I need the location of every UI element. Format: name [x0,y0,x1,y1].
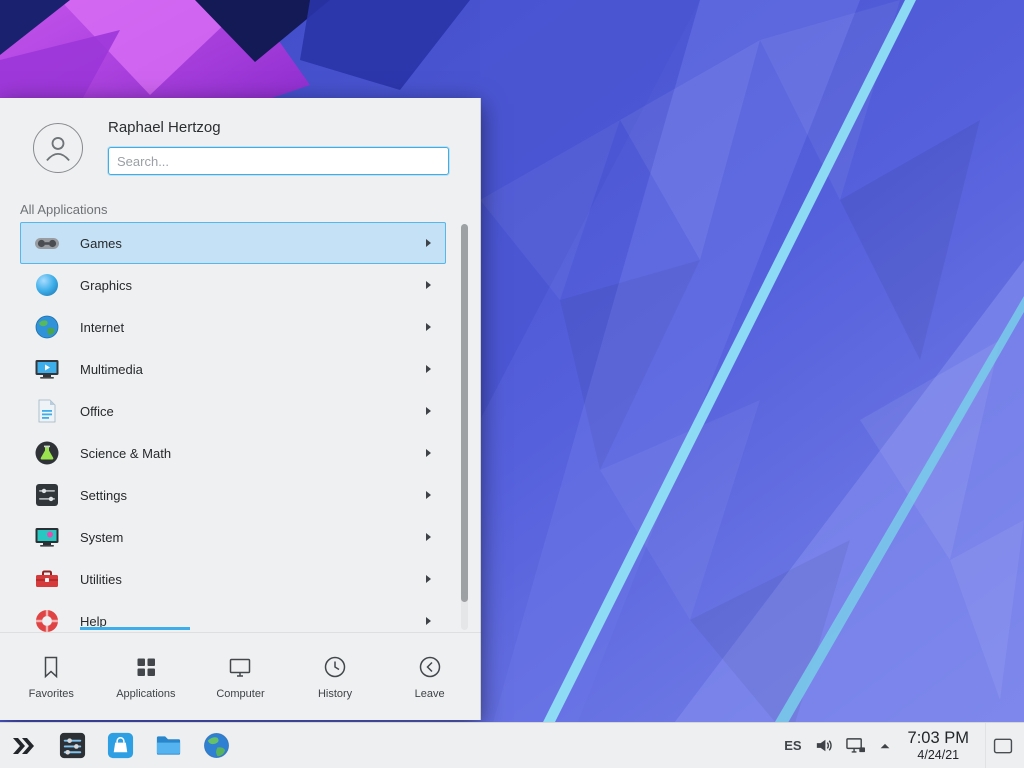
tab-leave[interactable]: Leave [382,633,477,720]
folder-icon [154,731,183,760]
office-document-icon [34,398,60,424]
sliders-app-icon [58,731,87,760]
keyboard-layout-indicator[interactable]: ES [784,738,801,753]
submenu-arrow-icon [426,491,431,499]
taskbar: ES 7:03 PM 4/24/21 [0,722,1024,768]
browser-globe-icon [202,731,231,760]
submenu-arrow-icon [426,365,431,373]
internet-globe-icon [34,314,60,340]
category-label: Office [80,404,426,419]
application-launcher-button[interactable] [8,726,40,766]
category-row-multimedia[interactable]: Multimedia [20,348,446,390]
history-clock-icon [321,653,349,681]
tab-label: History [318,688,352,700]
section-label: All Applications [20,202,107,217]
submenu-arrow-icon [426,407,431,415]
show-desktop-button[interactable] [985,723,1020,768]
tab-label: Computer [216,688,264,700]
submenu-arrow-icon [426,323,431,331]
search-input[interactable] [108,147,449,175]
category-row-utilities[interactable]: Utilities [20,558,446,600]
app-grid-icon [132,653,160,681]
system-monitor-icon [34,524,60,550]
system-tray: ES 7:03 PM 4/24/21 [784,723,1024,768]
category-label: Settings [80,488,426,503]
submenu-arrow-icon [426,239,431,247]
bookmark-icon [37,653,65,681]
submenu-arrow-icon [426,449,431,457]
toolbox-icon [34,566,60,592]
submenu-arrow-icon [426,617,431,625]
settings-sliders-icon [34,482,60,508]
multimedia-monitor-icon [34,356,60,382]
category-label: Graphics [80,278,426,293]
submenu-arrow-icon [426,533,431,541]
kickoff-icon [9,731,39,761]
tab-computer[interactable]: Computer [193,633,288,720]
tab-label: Favorites [29,688,74,700]
discover-bag-icon [106,731,135,760]
tab-history[interactable]: History [288,633,383,720]
launcher-tab-bar: Favorites Applications Computer History [0,632,481,720]
expand-tray-caret-icon[interactable] [878,739,892,753]
user-name: Raphael Hertzog [108,119,221,136]
category-row-internet[interactable]: Internet [20,306,446,348]
category-label: Utilities [80,572,426,587]
volume-icon[interactable] [814,736,833,755]
category-row-graphics[interactable]: Graphics [20,264,446,306]
application-launcher-panel: Raphael Hertzog All Applications Games G… [0,98,481,720]
user-avatar[interactable] [33,123,83,173]
digital-clock[interactable]: 7:03 PM 4/24/21 [904,729,973,761]
category-label: Science & Math [80,446,426,461]
submenu-arrow-icon [426,281,431,289]
category-label: System [80,530,426,545]
graphics-sphere-icon [34,272,60,298]
category-row-settings[interactable]: Settings [20,474,446,516]
taskbar-left [0,726,232,766]
desktop: Raphael Hertzog All Applications Games G… [0,0,1024,768]
clock-time: 7:03 PM [908,729,969,747]
user-silhouette-icon [41,131,75,165]
network-icon[interactable] [845,736,866,755]
tab-applications[interactable]: Applications [99,633,194,720]
tab-label: Leave [415,688,445,700]
category-label: Games [80,236,426,251]
scrollbar-thumb[interactable] [461,224,468,602]
submenu-arrow-icon [426,575,431,583]
software-center-app-button[interactable] [104,726,136,766]
active-tab-indicator [80,627,190,630]
file-manager-app-button[interactable] [152,726,184,766]
leave-back-icon [416,653,444,681]
tab-label: Applications [116,688,175,700]
category-list: Games Graphics Internet [20,222,446,632]
category-row-office[interactable]: Office [20,390,446,432]
show-desktop-icon [993,738,1013,754]
category-row-games[interactable]: Games [20,222,446,264]
computer-monitor-icon [226,653,254,681]
science-flask-icon [34,440,60,466]
system-settings-app-button[interactable] [56,726,88,766]
category-row-science[interactable]: Science & Math [20,432,446,474]
category-label: Internet [80,320,426,335]
help-lifebuoy-icon [34,608,60,632]
gamepad-icon [34,230,60,256]
category-row-system[interactable]: System [20,516,446,558]
web-browser-app-button[interactable] [200,726,232,766]
category-label: Multimedia [80,362,426,377]
clock-date: 4/24/21 [917,748,959,762]
tab-favorites[interactable]: Favorites [4,633,99,720]
